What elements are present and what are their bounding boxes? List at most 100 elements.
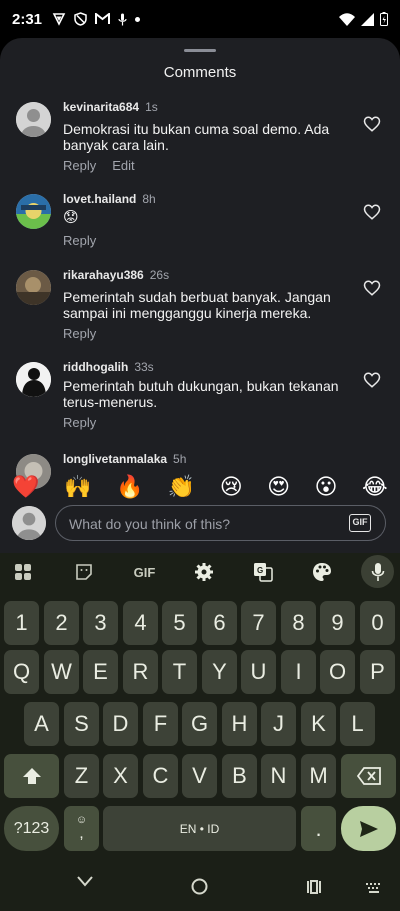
comment-actions: Reply [63, 415, 112, 430]
key-p[interactable]: P [360, 650, 395, 694]
key-2[interactable]: 2 [44, 601, 79, 645]
key-u[interactable]: U [241, 650, 276, 694]
reply-button[interactable]: Reply [63, 158, 96, 173]
key-h[interactable]: H [222, 702, 257, 746]
emoji-laughing-button[interactable]: 😂 [362, 474, 388, 500]
period-key[interactable]: . [301, 806, 336, 851]
microphone-icon [371, 562, 384, 581]
comment-username[interactable]: lovet.hailand [63, 192, 136, 206]
like-heart-icon[interactable] [363, 371, 381, 389]
palette-icon[interactable] [302, 554, 341, 590]
key-l[interactable]: L [340, 702, 375, 746]
keyboard-toolbar: GIF G [0, 553, 400, 591]
emoji-heart-button[interactable]: ❤️ [12, 474, 39, 500]
comment-header: longlivetanmalaka 5h [63, 452, 186, 466]
key-y[interactable]: Y [202, 650, 237, 694]
svg-text:G: G [257, 566, 263, 575]
comment-actions: Reply [63, 233, 112, 248]
back-chevron-icon[interactable] [77, 876, 93, 888]
sticker-icon[interactable] [64, 554, 103, 590]
key-3[interactable]: 3 [83, 601, 118, 645]
key-1[interactable]: 1 [4, 601, 39, 645]
key-8[interactable]: 8 [281, 601, 316, 645]
avatar[interactable] [16, 362, 51, 397]
comment-time: 5h [173, 452, 187, 466]
key-g[interactable]: G [182, 702, 217, 746]
avatar[interactable] [16, 194, 51, 229]
emoji-fire-button[interactable]: 🔥 [116, 474, 143, 500]
emoji-clap-button[interactable]: 👏 [168, 474, 195, 500]
key-5[interactable]: 5 [162, 601, 197, 645]
like-heart-icon[interactable] [363, 115, 381, 133]
comment-header: lovet.hailand 8h [63, 192, 156, 206]
key-n[interactable]: N [261, 754, 296, 798]
comment-header: kevinarita684 1s [63, 100, 158, 114]
reply-button[interactable]: Reply [63, 233, 96, 248]
like-heart-icon[interactable] [363, 279, 381, 297]
key-7[interactable]: 7 [241, 601, 276, 645]
emoji-crying-button[interactable]: 😢 [220, 474, 243, 500]
key-i[interactable]: I [281, 650, 316, 694]
comments-sheet: Comments kevinarita684 1s Demokrasi itu b… [0, 38, 400, 553]
apps-grid-icon[interactable] [3, 554, 42, 590]
send-arrow-icon [359, 820, 378, 837]
space-key[interactable]: EN • ID [103, 806, 296, 851]
gif-button[interactable]: GIF [349, 514, 371, 532]
key-t[interactable]: T [162, 650, 197, 694]
key-r[interactable]: R [123, 650, 158, 694]
comment-item: lovet.hailand 8h 😟 Reply [0, 188, 400, 258]
emoji-comma-key[interactable]: ☺ , [64, 806, 99, 851]
edit-button[interactable]: Edit [112, 158, 134, 173]
key-6[interactable]: 6 [202, 601, 237, 645]
emoji-raised-hands-button[interactable]: 🙌 [64, 474, 91, 500]
avatar[interactable] [16, 270, 51, 305]
key-v[interactable]: V [182, 754, 217, 798]
key-x[interactable]: X [103, 754, 138, 798]
comment-username[interactable]: longlivetanmalaka [63, 452, 167, 466]
comment-item: kevinarita684 1s Demokrasi itu bukan cuma… [0, 96, 400, 176]
gif-icon[interactable]: GIF [125, 554, 164, 590]
shift-key[interactable] [4, 754, 59, 798]
key-9[interactable]: 9 [320, 601, 355, 645]
key-c[interactable]: C [143, 754, 178, 798]
comment-input[interactable]: What do you think of this? GIF [55, 505, 386, 541]
signal-icon [361, 12, 374, 26]
comment-list[interactable]: kevinarita684 1s Demokrasi itu bukan cuma… [0, 96, 400, 496]
drag-handle[interactable] [184, 49, 216, 52]
send-key[interactable] [341, 806, 396, 851]
key-b[interactable]: B [222, 754, 257, 798]
emoji-surprised-button[interactable]: 😮 [315, 474, 338, 500]
key-e[interactable]: E [83, 650, 118, 694]
comment-username[interactable]: riddhogalih [63, 360, 128, 374]
key-f[interactable]: F [143, 702, 178, 746]
key-d[interactable]: D [103, 702, 138, 746]
voice-input-button[interactable] [361, 555, 394, 588]
translate-icon[interactable]: G [243, 554, 282, 590]
key-w[interactable]: W [44, 650, 79, 694]
key-j[interactable]: J [261, 702, 296, 746]
key-a[interactable]: A [24, 702, 59, 746]
key-m[interactable]: M [301, 754, 336, 798]
comment-username[interactable]: rikarahayu386 [63, 268, 144, 282]
comment-username[interactable]: kevinarita684 [63, 100, 139, 114]
reply-button[interactable]: Reply [63, 326, 96, 341]
reply-button[interactable]: Reply [63, 415, 96, 430]
key-k[interactable]: K [301, 702, 336, 746]
key-z[interactable]: Z [64, 754, 99, 798]
like-heart-icon[interactable] [363, 203, 381, 221]
avatar[interactable] [16, 102, 51, 137]
backspace-key[interactable] [341, 754, 396, 798]
key-4[interactable]: 4 [123, 601, 158, 645]
status-system-icons [339, 12, 388, 26]
emoji-heart-eyes-button[interactable]: 😍 [267, 474, 290, 500]
home-circle-icon[interactable] [191, 878, 208, 895]
symbols-key[interactable]: ?123 [4, 806, 59, 851]
key-s[interactable]: S [64, 702, 99, 746]
key-o[interactable]: O [320, 650, 355, 694]
recents-icon[interactable] [306, 880, 322, 894]
key-q[interactable]: Q [4, 650, 39, 694]
settings-icon[interactable] [184, 554, 223, 590]
key-0[interactable]: 0 [360, 601, 395, 645]
keyboard-switch-icon[interactable] [366, 883, 382, 893]
status-time: 2:31 [12, 10, 43, 28]
